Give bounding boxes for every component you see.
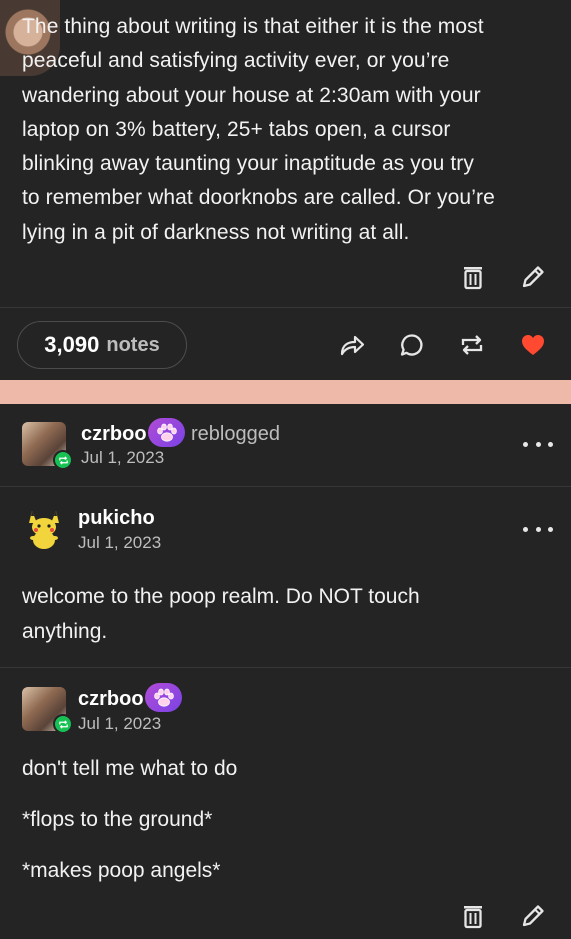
body-line: anything. [22,619,108,643]
notes-label: notes [106,333,160,356]
more-icon-dot [548,526,553,532]
heart-icon [522,335,544,355]
delete-button[interactable] [456,899,490,933]
post-line: The thing about writing is that either i… [22,15,484,38]
username[interactable]: czrboo [81,423,147,446]
notes-count: 3,090 [44,332,100,357]
reblog-icon [461,335,483,355]
reply-icon [400,334,423,356]
edit-button[interactable] [516,260,550,294]
thread-entry: pukicho Jul 1, 2023 welcome to the poop … [0,487,571,667]
share-button[interactable] [335,328,369,362]
reblogged-label: reblogged [191,423,280,445]
share-icon [340,335,365,356]
paw-badge [148,418,185,447]
paw-icon [153,688,174,707]
body-line: *flops to the ground* [22,808,213,831]
paw-icon [156,423,177,442]
original-post: The thing about writing is that either i… [0,0,571,380]
delete-icon [464,267,482,290]
reply-button[interactable] [395,328,429,362]
reply-body: welcome to the poop realm. Do NOT touch … [22,580,420,649]
more-icon [523,441,528,447]
delete-icon [464,906,482,929]
username[interactable]: pukicho [78,507,155,530]
post-line: lying in a pit of darkness not writing a… [22,220,410,244]
delete-button[interactable] [456,260,490,294]
reply-body: don't tell me what to do *flops to the g… [22,752,237,889]
post-line: blinking away taunting your inaptitude a… [22,152,475,176]
reblog-badge [53,450,73,470]
post-date: Jul 1, 2023 [78,714,162,733]
more-options-button[interactable] [523,434,553,454]
thread-entry: czrboo Jul 1, 2023 don't tell me what to… [0,668,571,939]
reblog-button[interactable] [455,328,489,362]
avatar-icon [29,511,59,549]
like-button[interactable] [516,328,550,362]
paw-badge [145,683,182,712]
body-line: *makes poop angels* [22,859,221,882]
post-line: to remember what doorknobs are called. O… [22,186,495,210]
more-icon-dot [548,441,553,447]
body-line: welcome to the poop realm. Do NOT touch [22,585,420,608]
edit-button[interactable] [516,899,550,933]
reblog-header: czrboo reblogged Jul 1, 2023 [0,404,571,487]
reblog-icon [58,719,68,729]
more-options-button[interactable] [523,519,553,539]
divider [0,307,571,308]
post-date: Jul 1, 2023 [81,448,165,467]
edit-icon [522,266,544,288]
post-line: peaceful and satisfying activity ever, o… [22,49,450,73]
reblog-icon [58,455,68,465]
post-body: The thing about writing is that either i… [22,10,552,250]
more-icon [523,526,528,532]
post-line: laptop on 3% battery, 25+ tabs open, a c… [22,117,451,141]
post-date: Jul 1, 2023 [78,533,162,552]
post-separator [0,380,571,404]
edit-icon [522,905,544,927]
post-line: wandering about your house at 2:30am wit… [22,83,481,107]
more-icon-dot [535,441,541,447]
notes-button[interactable]: 3,090 notes [17,321,187,369]
reblog-badge [53,714,73,734]
username[interactable]: czrboo [78,688,144,711]
more-icon-dot [535,526,541,532]
body-line: don't tell me what to do [22,757,238,780]
pikachu-avatar[interactable] [24,507,64,551]
